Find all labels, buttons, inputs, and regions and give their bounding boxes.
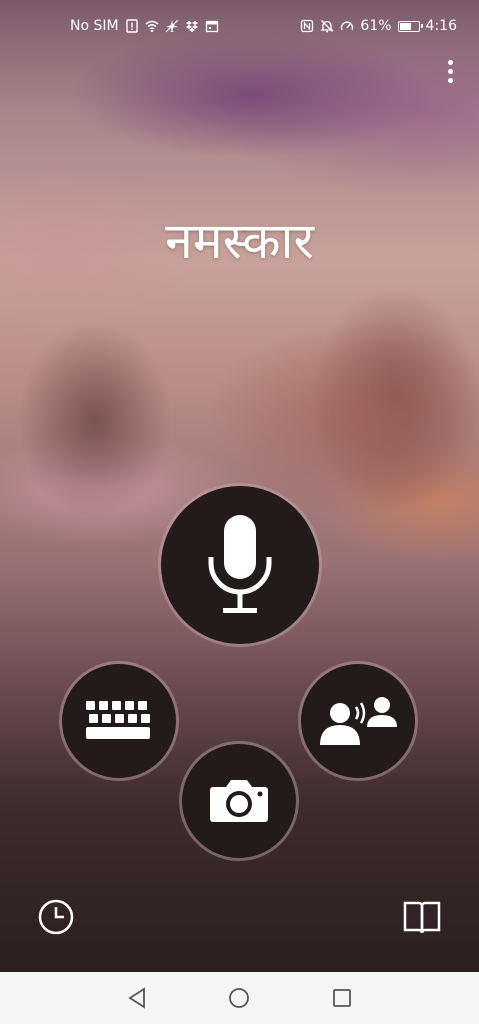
more-dot: [447, 59, 453, 65]
text-input-button[interactable]: [62, 664, 176, 778]
home-icon[interactable]: [225, 984, 253, 1012]
sim-alert-icon: [125, 19, 138, 33]
phrasebook-button[interactable]: [402, 897, 442, 937]
recent-apps-icon[interactable]: [328, 984, 356, 1012]
more-options-button[interactable]: [437, 56, 463, 86]
voice-translate-button[interactable]: [161, 486, 319, 644]
speed-icon: [341, 21, 354, 31]
battery-icon: [397, 20, 423, 32]
more-dot: [447, 68, 453, 74]
conversation-button[interactable]: [301, 664, 415, 778]
greeting-text: नमस्कार: [165, 212, 314, 270]
camera-icon: [210, 780, 268, 822]
clock-time: 4:16: [425, 18, 457, 34]
bell-off-icon: [320, 20, 334, 33]
camera-translate-button[interactable]: [182, 744, 296, 858]
wifi-icon: [145, 20, 159, 33]
microphone-icon: [208, 515, 272, 613]
conversation-icon: [320, 697, 397, 745]
more-dot: [447, 77, 453, 83]
carrier-label: No SIM: [70, 18, 119, 34]
status-bar: No SIM 61% 4:16: [0, 0, 479, 56]
battery-percent: 61%: [360, 18, 392, 34]
airplane-muted-icon: [165, 19, 179, 33]
status-left: No SIM: [70, 18, 219, 34]
calendar-icon: [205, 20, 218, 33]
keyboard-icon: [86, 701, 150, 739]
clock-icon: [38, 899, 74, 935]
history-button[interactable]: [36, 897, 76, 937]
system-nav-bar: [0, 972, 479, 1024]
translator-screen: No SIM 61% 4:16 नमस्कार: [0, 0, 479, 1024]
book-icon: [403, 901, 441, 934]
dropbox-icon: [185, 21, 198, 32]
nfc-icon: [301, 19, 314, 33]
status-right: 61% 4:16: [300, 18, 457, 34]
back-icon[interactable]: [124, 984, 152, 1012]
